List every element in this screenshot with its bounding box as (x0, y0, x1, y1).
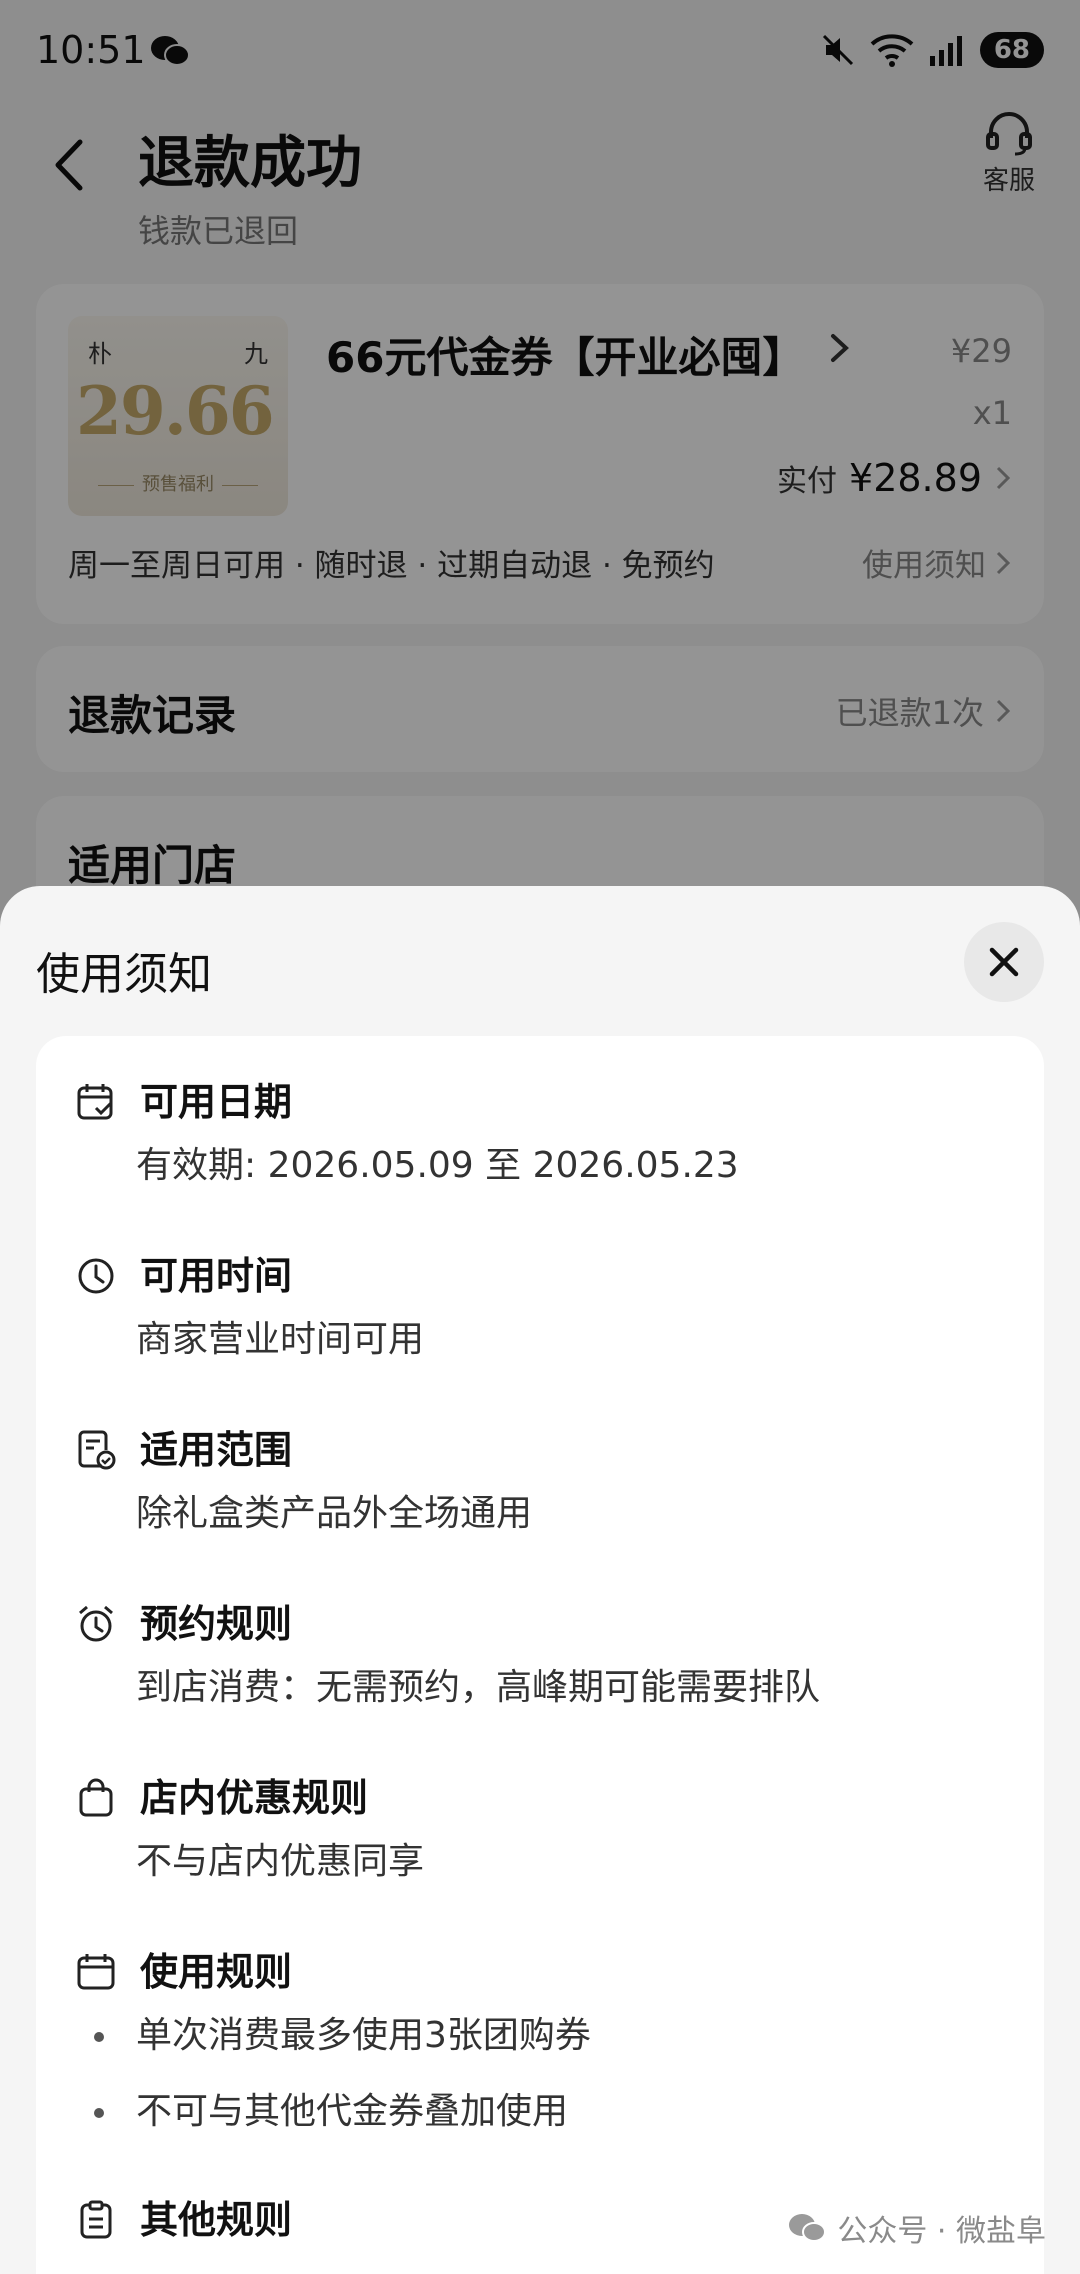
calendar-check-icon (77, 1084, 113, 1120)
rule-title: 使用规则 (140, 1950, 293, 1994)
watermark-text: 公众号 · 微盐阜 (837, 2214, 1046, 2249)
rule-title: 店内优惠规则 (140, 1776, 369, 1820)
rule-title: 适用范围 (140, 1428, 293, 1472)
usage-notice-sheet: 使用须知 可用日期 有效期: 2026.05.09 至 2026.05.23 可… (0, 886, 1080, 2274)
watermark: 公众号 · 微盐阜 (787, 2206, 1046, 2250)
rule-body: 到店消费：无需预约，高峰期可能需要排队 (136, 1667, 821, 1708)
rule-title: 可用日期 (140, 1080, 293, 1124)
rule-body: 不与店内优惠同享 (136, 1841, 425, 1882)
rule-body: 商家营业时间可用 (136, 1319, 425, 1360)
alarm-clock-icon (79, 1605, 113, 1642)
clock-icon (78, 1258, 114, 1294)
rule-body: 有效期: 2026.05.09 至 2026.05.23 (136, 1145, 739, 1186)
clipboard-icon (80, 2200, 112, 2239)
wechat-icon (789, 2214, 827, 2242)
rule-bullet-item: 单次消费最多使用3张团购券 (94, 2014, 591, 2058)
bullet-dot (94, 2108, 104, 2118)
shopping-bag-icon (79, 1778, 113, 1817)
close-button[interactable] (964, 922, 1044, 1002)
document-check-icon (78, 1430, 116, 1470)
close-icon (989, 947, 1019, 977)
page: 10:51 68 退款成功 钱款已退回 客服 朴 九 29.66 预售福利 66… (0, 0, 1080, 2274)
rule-bullet-item: 不可与其他代金券叠加使用 (94, 2090, 569, 2134)
calendar-icon (77, 1954, 115, 1990)
rule-title: 其他规则 (140, 2198, 293, 2242)
sheet-title: 使用须知 (36, 949, 212, 1000)
rule-bullet-text: 单次消费最多使用3张团购券 (136, 2015, 591, 2056)
rule-title: 预约规则 (140, 1602, 293, 1646)
rule-title: 可用时间 (140, 1254, 293, 1298)
rule-body: 除礼盒类产品外全场通用 (136, 1493, 533, 1534)
bullet-dot (94, 2032, 104, 2042)
rule-bullet-text: 不可与其他代金券叠加使用 (136, 2091, 569, 2132)
rules-card: 可用日期 有效期: 2026.05.09 至 2026.05.23 可用时间 商… (36, 1036, 1044, 2274)
